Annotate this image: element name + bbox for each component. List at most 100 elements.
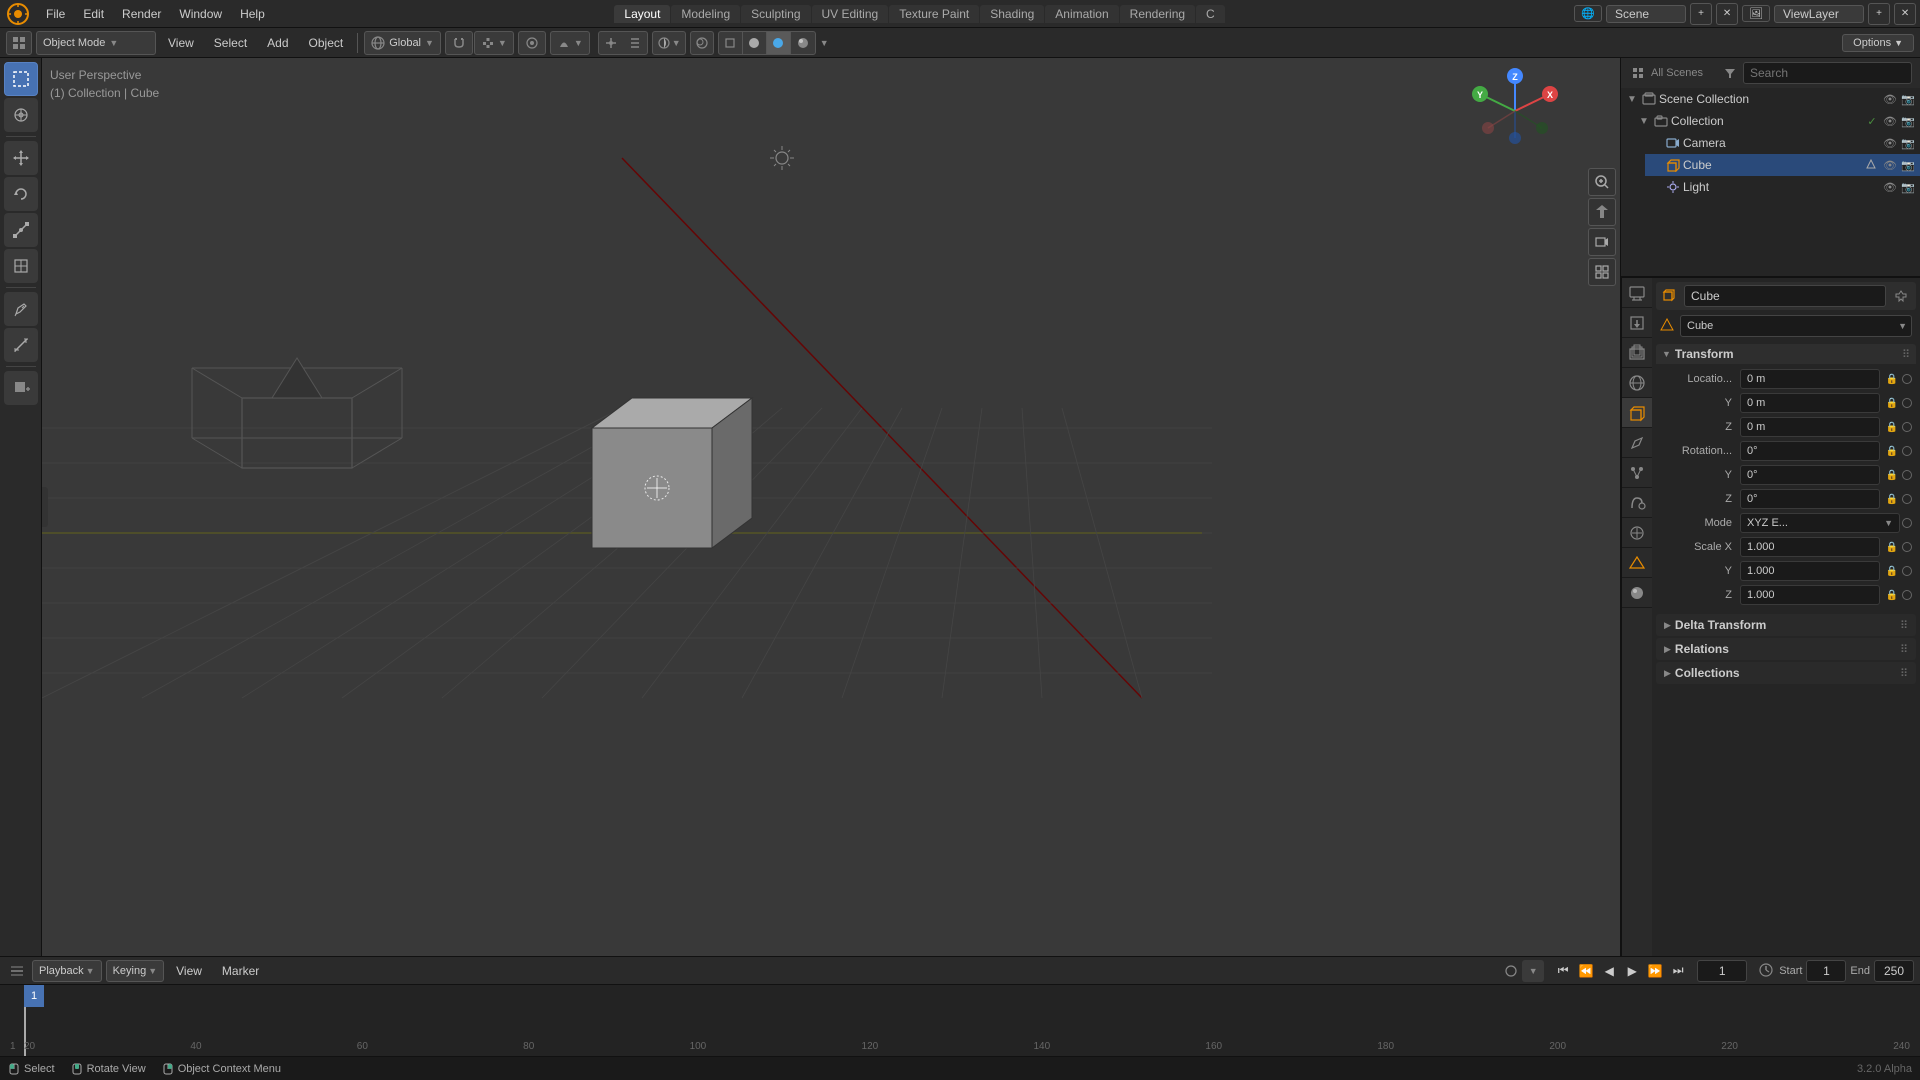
toolbar-view[interactable]: View xyxy=(160,34,202,52)
prop-header-pin[interactable] xyxy=(1892,287,1910,305)
location-z-dot[interactable] xyxy=(1902,422,1912,432)
location-x-lock[interactable]: 🔒 xyxy=(1884,371,1900,387)
timeline-marker-btn[interactable]: Marker xyxy=(214,962,267,980)
rotation-y-dot[interactable] xyxy=(1902,470,1912,480)
toolbar-add[interactable]: Add xyxy=(259,34,296,52)
object-mode-dropdown[interactable]: Object Mode ▼ xyxy=(36,31,156,55)
timeline-keying-btn[interactable]: Keying ▼ xyxy=(106,960,165,982)
light-eye[interactable]: 👁 xyxy=(1882,179,1898,195)
rotation-x-dot[interactable] xyxy=(1902,446,1912,456)
play-back-btn[interactable]: ◀ xyxy=(1598,960,1620,982)
rotation-x-value[interactable]: 0° xyxy=(1740,441,1880,461)
scale-x-dot[interactable] xyxy=(1902,542,1912,552)
tool-cursor[interactable] xyxy=(4,98,38,132)
mode-value[interactable]: XYZ E... ▼ xyxy=(1740,513,1900,533)
prop-output-btn[interactable] xyxy=(1622,308,1652,338)
outliner-filter-btn[interactable] xyxy=(1721,64,1739,82)
proportional-type-btn[interactable]: ▼ xyxy=(550,31,590,55)
tool-add-cube[interactable] xyxy=(4,371,38,405)
prop-scene-btn[interactable] xyxy=(1622,368,1652,398)
outliner-item-cube[interactable]: ▶ Cube 👁 📷 xyxy=(1645,154,1920,176)
proportional-edit-btn[interactable] xyxy=(518,31,546,55)
location-x-value[interactable]: 0 m xyxy=(1740,369,1880,389)
menu-file[interactable]: File xyxy=(38,5,73,23)
record-btn[interactable] xyxy=(1502,962,1520,980)
prop-render-btn[interactable] xyxy=(1622,278,1652,308)
snap-type-btn[interactable]: ▼ xyxy=(474,31,514,55)
scene-collection-render[interactable]: 📷 xyxy=(1900,91,1916,107)
toolbar-object[interactable]: Object xyxy=(301,34,352,52)
tab-rendering[interactable]: Rendering xyxy=(1120,5,1195,23)
viewport-left-handle[interactable] xyxy=(42,487,48,527)
jump-end-btn[interactable]: ⏭ xyxy=(1667,960,1689,982)
record-toggle[interactable]: ▼ xyxy=(1522,960,1544,982)
view-layer-remove-btn[interactable]: ✕ xyxy=(1894,3,1916,25)
xray-btn[interactable] xyxy=(690,31,714,55)
transform-global-dropdown[interactable]: Global ▼ xyxy=(364,31,441,55)
light-render[interactable]: 📷 xyxy=(1900,179,1916,195)
tool-move[interactable] xyxy=(4,141,38,175)
location-z-value[interactable]: 0 m xyxy=(1740,417,1880,437)
step-forward-btn[interactable]: ⏩ xyxy=(1644,960,1666,982)
timeline-playback-btn[interactable]: Playback ▼ xyxy=(32,960,102,982)
prop-particles-btn[interactable] xyxy=(1622,458,1652,488)
scale-z-lock[interactable]: 🔒 xyxy=(1884,587,1900,603)
menu-window[interactable]: Window xyxy=(171,5,230,23)
scene-selector[interactable] xyxy=(1606,5,1686,23)
rotation-y-lock[interactable]: 🔒 xyxy=(1884,467,1900,483)
rotation-z-dot[interactable] xyxy=(1902,494,1912,504)
tool-scale[interactable] xyxy=(4,213,38,247)
outliner-item-light[interactable]: ▶ Light 👁 📷 xyxy=(1645,176,1920,198)
zoom-in-btn[interactable] xyxy=(1588,168,1616,196)
timeline-view-btn[interactable]: View xyxy=(168,962,210,980)
shading-wire[interactable] xyxy=(719,32,743,54)
tool-transform[interactable] xyxy=(4,249,38,283)
camera-view-btn[interactable] xyxy=(1588,228,1616,256)
camera-render[interactable]: 📷 xyxy=(1900,135,1916,151)
scale-y-lock[interactable]: 🔒 xyxy=(1884,563,1900,579)
outliner-item-collection[interactable]: ▼ Collection ✓ 👁 📷 xyxy=(1633,110,1920,132)
collection-eye[interactable]: 👁 xyxy=(1882,113,1898,129)
collection-render[interactable]: 📷 xyxy=(1900,113,1916,129)
overlay-btn[interactable]: ▼ xyxy=(652,31,686,55)
outliner-search-input[interactable] xyxy=(1743,62,1912,84)
viewport-3d[interactable]: User Perspective (1) Collection | Cube Z… xyxy=(42,58,1620,956)
mode-icon[interactable] xyxy=(6,31,32,55)
scale-z-dot[interactable] xyxy=(1902,590,1912,600)
tab-layout[interactable]: Layout xyxy=(614,5,670,23)
step-back-btn[interactable]: ⏪ xyxy=(1575,960,1597,982)
tab-animation[interactable]: Animation xyxy=(1045,5,1118,23)
collection-check[interactable]: ✓ xyxy=(1864,113,1880,129)
end-frame-value[interactable]: 250 xyxy=(1874,960,1914,982)
transform-section-header[interactable]: ▼ Transform ⠿ xyxy=(1656,344,1916,364)
prop-material-btn[interactable] xyxy=(1622,578,1652,608)
delta-transform-section[interactable]: ▶ Delta Transform ⠿ xyxy=(1656,614,1916,636)
scene-collection-expand[interactable]: ▼ xyxy=(1625,92,1639,106)
tab-compositing[interactable]: C xyxy=(1196,5,1225,23)
scene-remove-btn[interactable]: ✕ xyxy=(1716,3,1738,25)
scale-y-dot[interactable] xyxy=(1902,566,1912,576)
relations-section[interactable]: ▶ Relations ⠿ xyxy=(1656,638,1916,660)
play-forward-btn[interactable]: ▶ xyxy=(1621,960,1643,982)
scene-add-btn[interactable]: + xyxy=(1690,3,1712,25)
rotation-y-value[interactable]: 0° xyxy=(1740,465,1880,485)
scale-x-value[interactable]: 1.000 xyxy=(1740,537,1880,557)
location-y-dot[interactable] xyxy=(1902,398,1912,408)
collections-section[interactable]: ▶ Collections ⠿ xyxy=(1656,662,1916,684)
prop-constraints-btn[interactable] xyxy=(1622,518,1652,548)
prop-object-btn[interactable] xyxy=(1622,398,1652,428)
tab-shading[interactable]: Shading xyxy=(980,5,1044,23)
shading-solid[interactable] xyxy=(743,32,767,54)
shading-render[interactable] xyxy=(791,32,815,54)
tab-modeling[interactable]: Modeling xyxy=(671,5,740,23)
outliner-item-scene-collection[interactable]: ▼ Scene Collection 👁 📷 xyxy=(1621,88,1920,110)
timeline-ruler[interactable]: 1 1 20 40 60 80 100 120 140 160 180 200 … xyxy=(0,985,1920,1056)
rotation-z-lock[interactable]: 🔒 xyxy=(1884,491,1900,507)
location-x-dot[interactable] xyxy=(1902,374,1912,384)
camera-eye[interactable]: 👁 xyxy=(1882,135,1898,151)
scale-x-lock[interactable]: 🔒 xyxy=(1884,539,1900,555)
tool-measure[interactable] xyxy=(4,328,38,362)
tool-rotate[interactable] xyxy=(4,177,38,211)
tab-texture-paint[interactable]: Texture Paint xyxy=(889,5,979,23)
rotation-z-value[interactable]: 0° xyxy=(1740,489,1880,509)
